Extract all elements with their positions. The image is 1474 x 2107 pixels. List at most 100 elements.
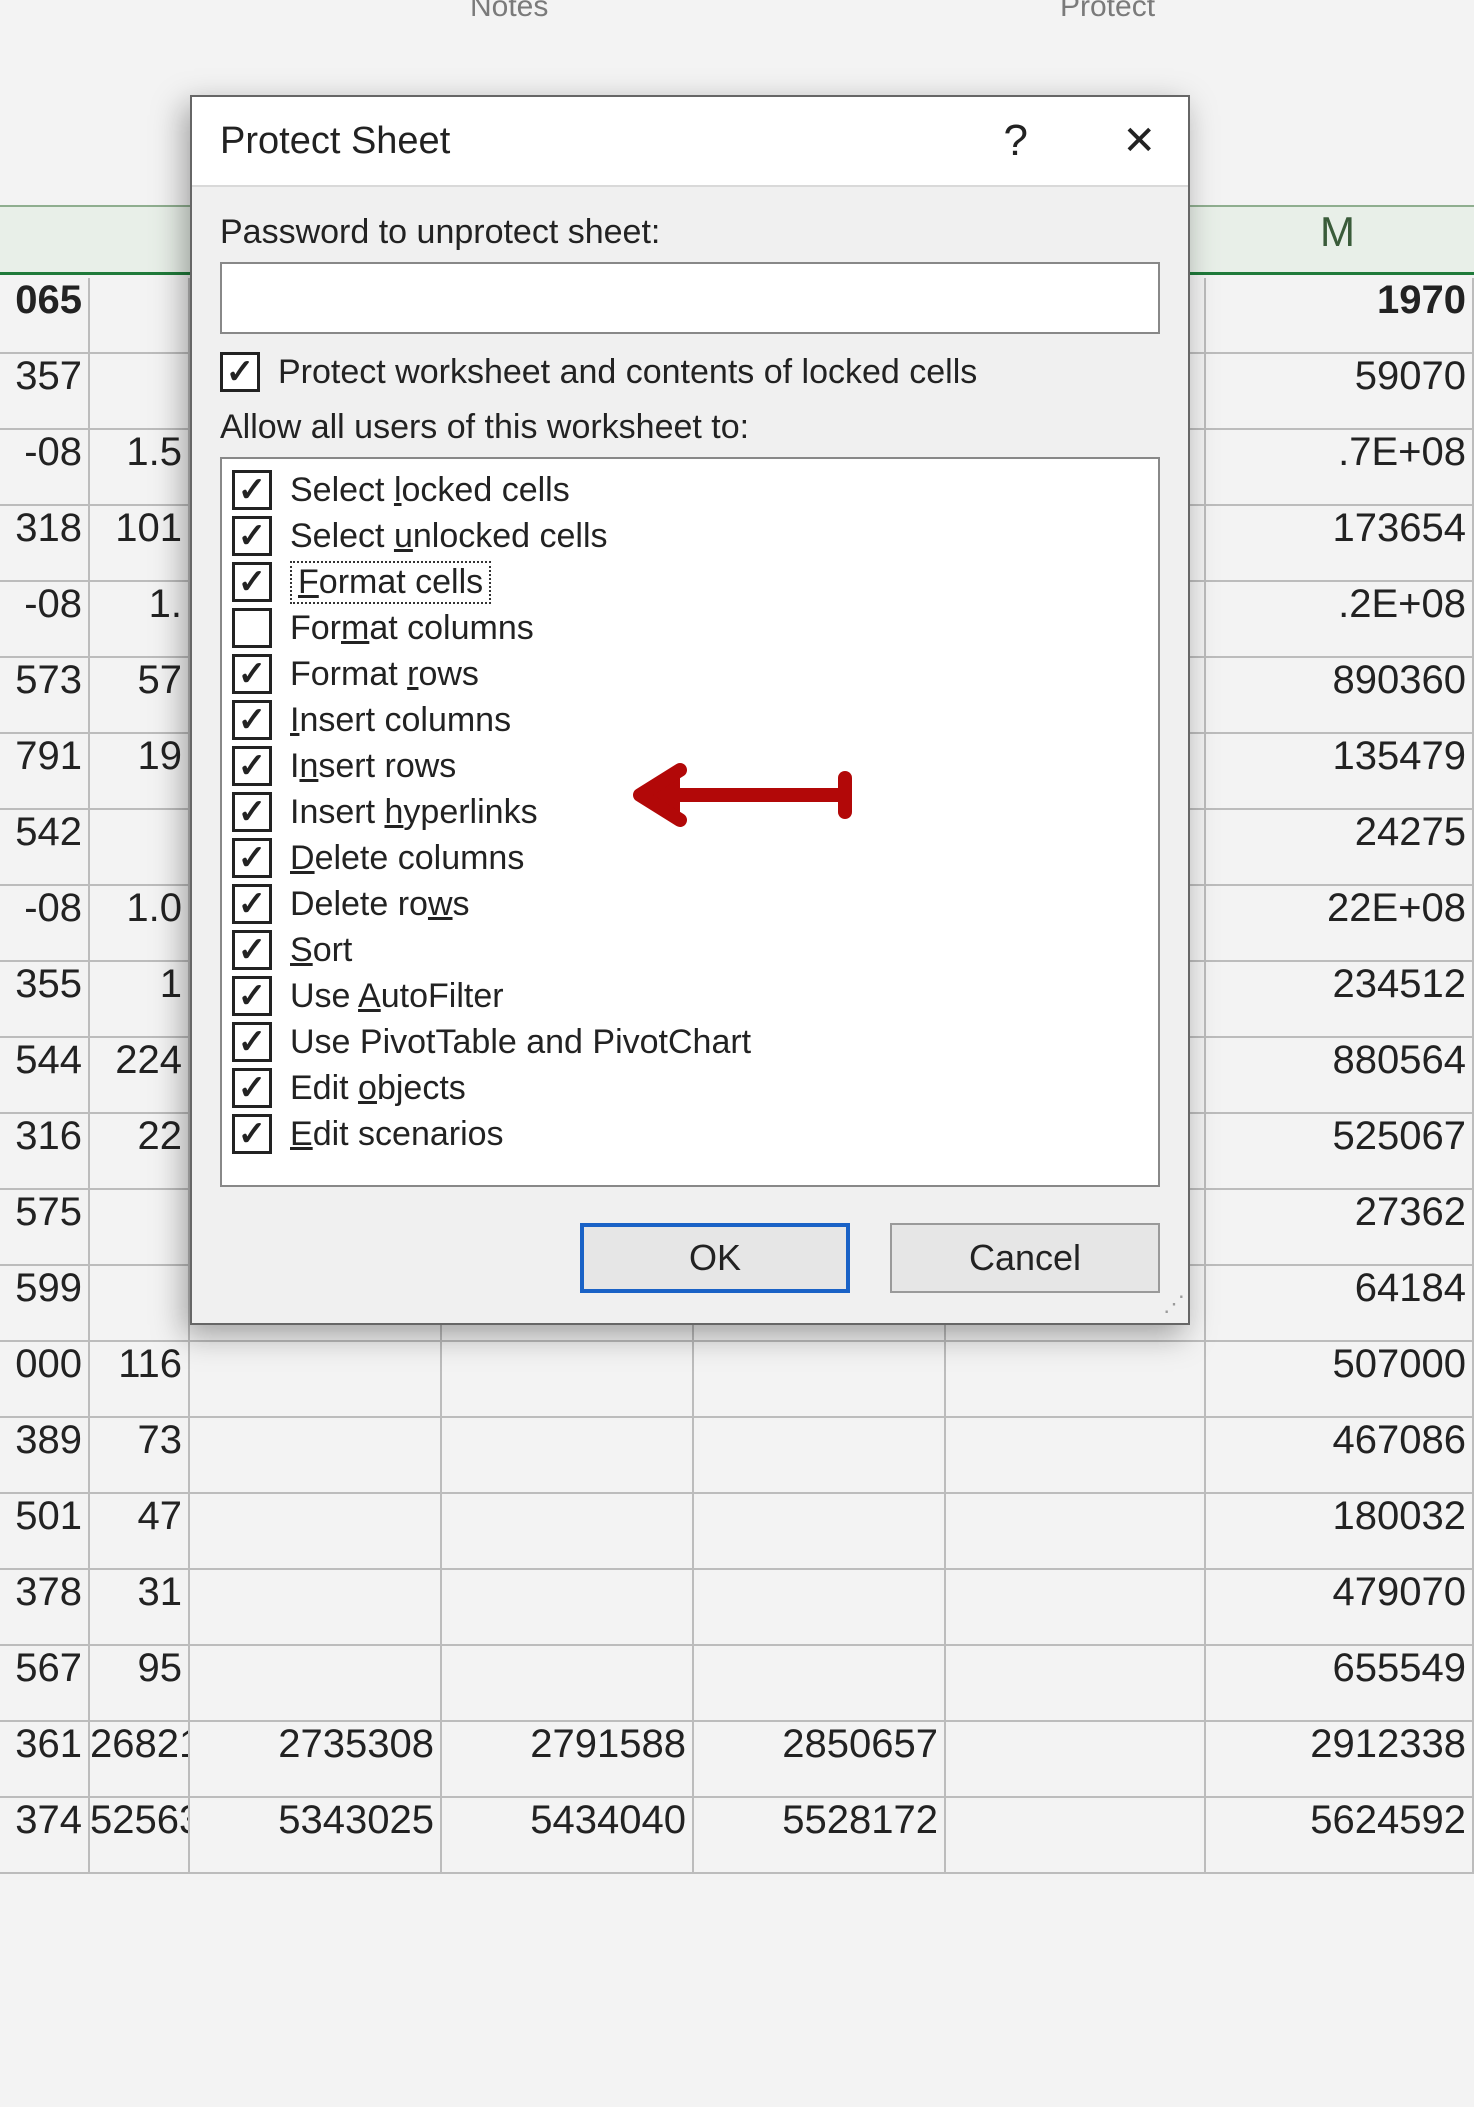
permission-checkbox[interactable] [232, 838, 272, 878]
cell[interactable]: 2912338 [1206, 1722, 1474, 1796]
permission-label[interactable]: Select unlocked cells [290, 517, 608, 556]
cell[interactable]: 542 [0, 810, 90, 884]
cell[interactable] [90, 1266, 190, 1340]
permission-checkbox[interactable] [232, 470, 272, 510]
table-row[interactable]: 000116 507000 [0, 1342, 1474, 1418]
cancel-button[interactable]: Cancel [890, 1223, 1160, 1293]
cell[interactable]: 2682159 [90, 1722, 190, 1796]
permission-checkbox[interactable] [232, 976, 272, 1016]
permission-checkbox[interactable] [232, 1022, 272, 1062]
cell[interactable]: 59070 [1206, 354, 1474, 428]
cell[interactable]: 64184 [1206, 1266, 1474, 1340]
cell[interactable]: 22E+08 [1206, 886, 1474, 960]
permission-checkbox[interactable] [232, 746, 272, 786]
cell[interactable]: 507000 [1206, 1342, 1474, 1416]
cell[interactable]: 1 [90, 962, 190, 1036]
ok-button[interactable]: OK [580, 1223, 850, 1293]
protect-contents-checkbox[interactable] [220, 352, 260, 392]
permission-checkbox[interactable] [232, 516, 272, 556]
cell[interactable] [946, 1798, 1206, 1872]
cell[interactable]: .7E+08 [1206, 430, 1474, 504]
cell[interactable]: 567 [0, 1646, 90, 1720]
cell[interactable]: 173654 [1206, 506, 1474, 580]
cell[interactable] [190, 1494, 442, 1568]
permission-label[interactable]: Edit objects [290, 1069, 466, 1108]
cell[interactable]: 2850657 [694, 1722, 946, 1796]
password-input[interactable] [220, 262, 1160, 334]
cell[interactable]: 378 [0, 1570, 90, 1644]
cell[interactable] [946, 1570, 1206, 1644]
cell[interactable]: 1. [90, 582, 190, 656]
cell[interactable]: 5624592 [1206, 1798, 1474, 1872]
cell[interactable]: 73 [90, 1418, 190, 1492]
cell[interactable] [946, 1494, 1206, 1568]
permission-label[interactable]: Select locked cells [290, 471, 570, 510]
permission-label[interactable]: Delete rows [290, 885, 470, 924]
cell[interactable]: 101 [90, 506, 190, 580]
cell[interactable] [694, 1494, 946, 1568]
cell[interactable] [946, 1722, 1206, 1796]
table-row[interactable]: 50147 180032 [0, 1494, 1474, 1570]
cell[interactable]: 135479 [1206, 734, 1474, 808]
cell[interactable]: 655549 [1206, 1646, 1474, 1720]
cell[interactable] [442, 1646, 694, 1720]
cell[interactable]: 47 [90, 1494, 190, 1568]
cell[interactable]: 116 [90, 1342, 190, 1416]
permission-checkbox[interactable] [232, 700, 272, 740]
permission-checkbox[interactable] [232, 608, 272, 648]
close-icon[interactable]: ✕ [1122, 118, 1156, 164]
cell[interactable]: 389 [0, 1418, 90, 1492]
permission-label[interactable]: Use PivotTable and PivotChart [290, 1023, 751, 1062]
table-row[interactable]: 37831479070 [0, 1570, 1474, 1646]
cell[interactable]: -08 [0, 886, 90, 960]
cell[interactable]: 479070 [1206, 1570, 1474, 1644]
cell[interactable] [694, 1646, 946, 1720]
cell[interactable] [946, 1342, 1206, 1416]
cell[interactable]: 599 [0, 1266, 90, 1340]
cell[interactable]: 27362 [1206, 1190, 1474, 1264]
cell[interactable] [946, 1646, 1206, 1720]
cell[interactable]: 361 [0, 1722, 90, 1796]
cell[interactable]: 5528172 [694, 1798, 946, 1872]
cell[interactable]: 22 [90, 1114, 190, 1188]
cell[interactable]: 573 [0, 658, 90, 732]
cell[interactable]: .2E+08 [1206, 582, 1474, 656]
cell[interactable]: 525067 [1206, 1114, 1474, 1188]
cell[interactable] [442, 1494, 694, 1568]
cell[interactable] [442, 1418, 694, 1492]
permission-label[interactable]: Delete columns [290, 839, 524, 878]
cell[interactable]: 1.5 [90, 430, 190, 504]
cell[interactable]: 065 [0, 278, 90, 352]
cell[interactable]: 24275 [1206, 810, 1474, 884]
permission-checkbox[interactable] [232, 562, 272, 602]
cell[interactable]: 1.0 [90, 886, 190, 960]
cell[interactable]: 357 [0, 354, 90, 428]
cell[interactable]: 2735308 [190, 1722, 442, 1796]
permission-label[interactable]: Insert hyperlinks [290, 793, 538, 832]
cell[interactable] [90, 810, 190, 884]
cell[interactable]: 234512 [1206, 962, 1474, 1036]
cell[interactable]: 890360 [1206, 658, 1474, 732]
cell[interactable]: 000 [0, 1342, 90, 1416]
cell[interactable]: 180032 [1206, 1494, 1474, 1568]
cell[interactable] [694, 1570, 946, 1644]
cell[interactable]: 19 [90, 734, 190, 808]
cell[interactable]: 95 [90, 1646, 190, 1720]
cell[interactable] [90, 1190, 190, 1264]
column-header-m[interactable]: M [1210, 208, 1465, 268]
cell[interactable]: 5343025 [190, 1798, 442, 1872]
resize-grip-icon[interactable]: ⋰ [1163, 1291, 1182, 1317]
cell[interactable] [190, 1570, 442, 1644]
cell[interactable]: 1970 [1206, 278, 1474, 352]
permission-checkbox[interactable] [232, 1114, 272, 1154]
cell[interactable]: 501 [0, 1494, 90, 1568]
cell[interactable]: 544 [0, 1038, 90, 1112]
cell[interactable] [946, 1418, 1206, 1492]
cell[interactable]: 374 [0, 1798, 90, 1872]
cell[interactable] [90, 278, 190, 352]
cell[interactable]: 224 [90, 1038, 190, 1112]
permission-checkbox[interactable] [232, 884, 272, 924]
help-icon[interactable]: ? [1004, 116, 1028, 166]
permission-label[interactable]: Format cells [290, 561, 491, 604]
permission-label[interactable]: Edit scenarios [290, 1115, 504, 1154]
